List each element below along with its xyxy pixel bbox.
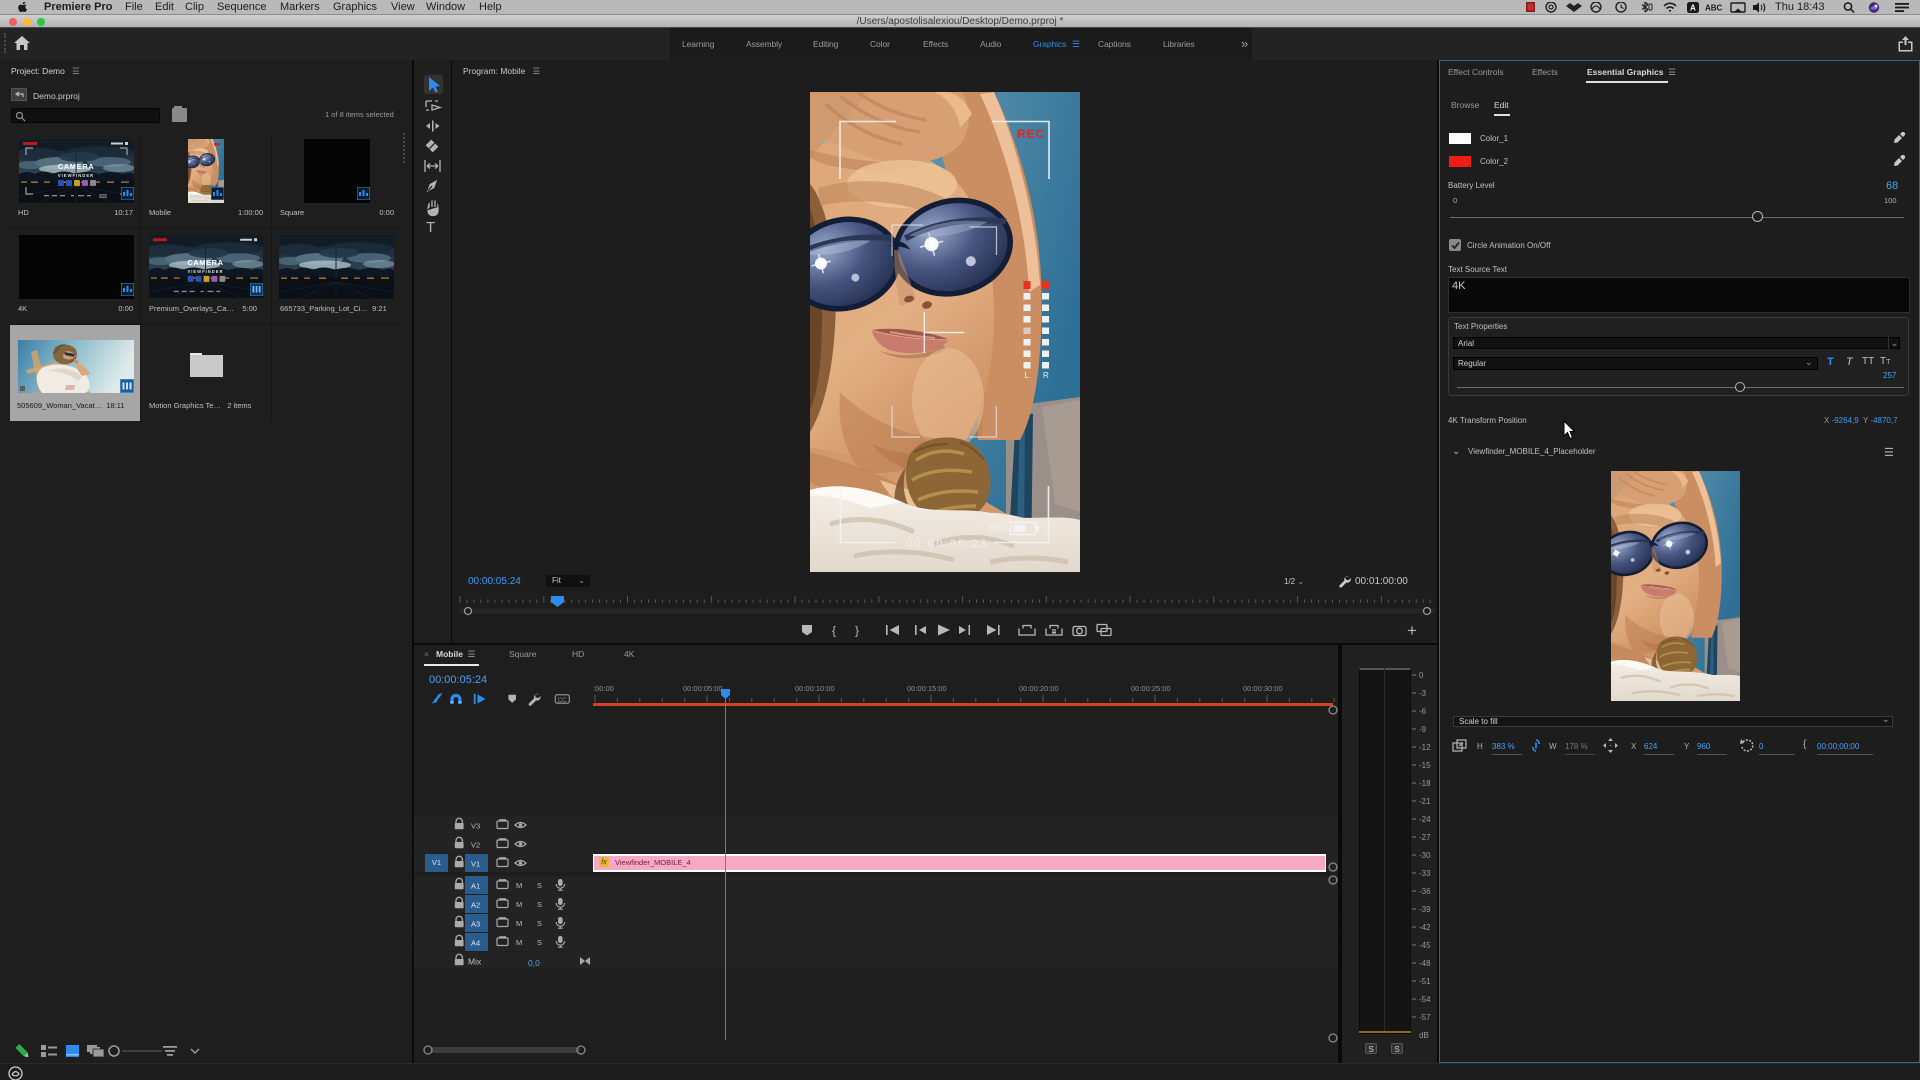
svg-text:0: 0 <box>1419 671 1424 680</box>
svg-text:-36: -36 <box>1419 887 1431 896</box>
svg-text:A3: A3 <box>471 920 480 929</box>
svg-text:dB: dB <box>1419 1031 1429 1040</box>
svg-text:-45: -45 <box>1419 941 1431 950</box>
svg-text:-57: -57 <box>1419 1013 1431 1022</box>
svg-text:A2: A2 <box>471 901 480 910</box>
svg-text:CAMERA: CAMERA <box>187 258 223 267</box>
svg-text:VIEWFINDER: VIEWFINDER <box>58 173 94 178</box>
svg-text:V1: V1 <box>471 860 480 869</box>
svg-text:M: M <box>516 938 522 947</box>
svg-text:-24: -24 <box>1419 815 1431 824</box>
svg-text:-54: -54 <box>1419 995 1431 1004</box>
svg-text:T: T <box>426 219 435 236</box>
svg-text:S: S <box>537 919 542 928</box>
svg-text:L: L <box>1025 371 1030 380</box>
svg-text:ABC: ABC <box>1705 3 1723 12</box>
svg-text:-9: -9 <box>1419 725 1427 734</box>
svg-text:-48: -48 <box>1419 959 1431 968</box>
svg-text:-42: -42 <box>1419 923 1431 932</box>
svg-text:VIEWFINDER: VIEWFINDER <box>187 269 223 274</box>
svg-text:68%: 68% <box>989 523 1007 533</box>
svg-text:CAMERA: CAMERA <box>58 162 95 171</box>
svg-text:-39: -39 <box>1419 905 1431 914</box>
svg-text:REC: REC <box>1017 127 1045 141</box>
svg-text:A: A <box>1690 3 1696 12</box>
svg-text:CC: CC <box>558 697 567 704</box>
svg-text:A4: A4 <box>471 939 480 948</box>
svg-text:-27: -27 <box>1419 833 1431 842</box>
svg-text:{: { <box>832 624 836 638</box>
svg-text:-12: -12 <box>1419 743 1431 752</box>
svg-text:-30: -30 <box>1419 851 1431 860</box>
svg-text:M: M <box>516 900 522 909</box>
svg-text:Mix: Mix <box>468 957 482 967</box>
svg-text:}: } <box>855 624 859 638</box>
svg-text:-33: -33 <box>1419 869 1431 878</box>
svg-text:S: S <box>537 938 542 947</box>
svg-text:S: S <box>537 900 542 909</box>
svg-text:-3: -3 <box>1419 689 1427 698</box>
svg-text:V3: V3 <box>471 822 480 831</box>
svg-text:S: S <box>537 881 542 890</box>
svg-text:R: R <box>1043 371 1049 380</box>
svg-text:-51: -51 <box>1419 977 1431 986</box>
svg-text:-6: -6 <box>1419 707 1427 716</box>
svg-text:00:00:05:23: 00:00:05:23 <box>906 538 988 550</box>
svg-text:0,0: 0,0 <box>528 958 540 968</box>
svg-text:V2: V2 <box>471 841 480 850</box>
svg-text:-18: -18 <box>1419 779 1431 788</box>
svg-text:M: M <box>516 881 522 890</box>
svg-text:-21: -21 <box>1419 797 1431 806</box>
svg-text:-15: -15 <box>1419 761 1431 770</box>
svg-text:A1: A1 <box>471 882 480 891</box>
svg-text:M: M <box>516 919 522 928</box>
